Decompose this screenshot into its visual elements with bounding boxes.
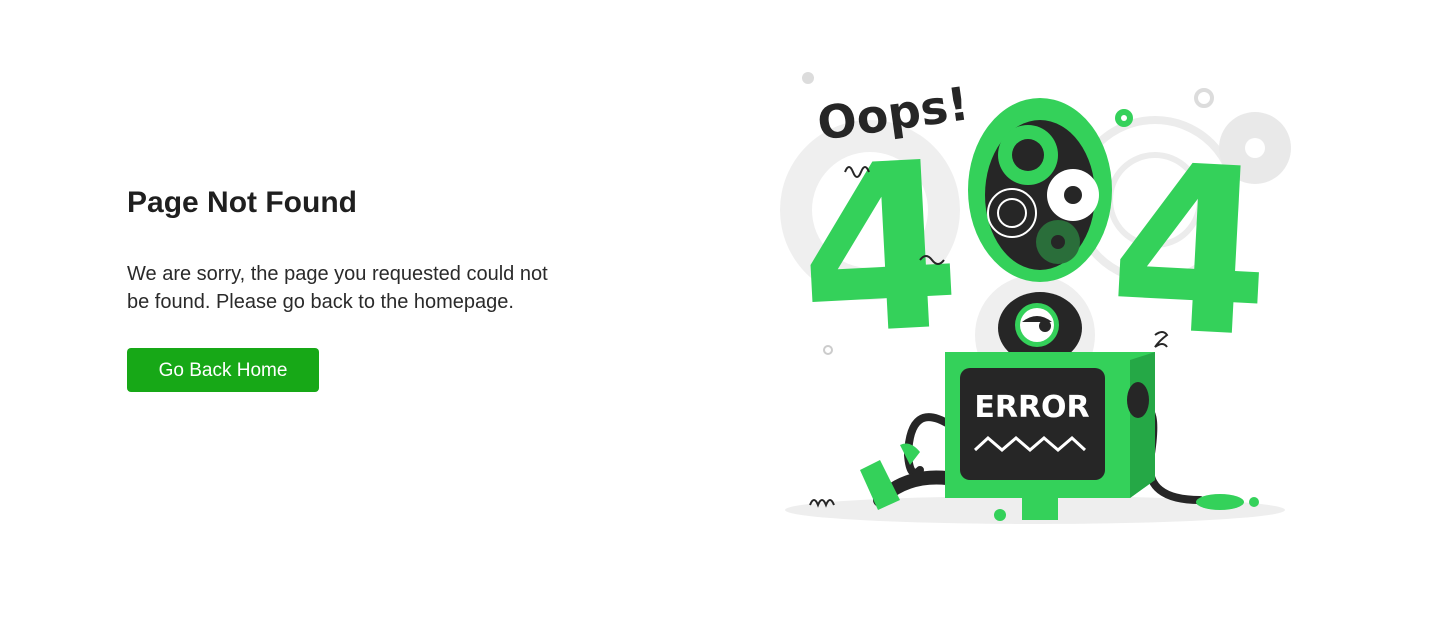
content-panel: Page Not Found We are sorry, the page yo… <box>127 180 577 392</box>
washer-icon <box>1194 88 1214 108</box>
nut-bottom-icon <box>994 509 1006 521</box>
gear-white-icon <box>1047 169 1099 221</box>
flying-gear-icon <box>1115 109 1133 127</box>
digit-four-right: 4 <box>1104 115 1278 390</box>
gear-green-icon <box>998 125 1058 185</box>
page-title: Page Not Found <box>127 186 357 219</box>
gear-dark-green-icon <box>1036 220 1080 264</box>
monitor-stand <box>1022 480 1058 520</box>
robot-body-monitor: ERROR <box>945 352 1155 520</box>
robot-hand-right <box>1196 494 1244 510</box>
robot-404-illustration: Oops! 4 4 ERROR <box>780 72 1291 524</box>
go-back-home-button[interactable]: Go Back Home <box>127 348 319 392</box>
side-knob <box>1127 382 1149 418</box>
error-404-illustration: Oops! 4 4 ERROR <box>760 60 1300 540</box>
nut-icon <box>1249 497 1259 507</box>
zero-gear-head <box>968 98 1112 282</box>
digit-four-left: 4 <box>793 113 967 388</box>
screen-error-text: ERROR <box>974 390 1089 425</box>
bolt-icon <box>802 72 814 84</box>
robot-hand-left <box>900 443 920 465</box>
robot-arm-left <box>903 413 954 477</box>
error-message: We are sorry, the page you requested cou… <box>127 263 548 313</box>
